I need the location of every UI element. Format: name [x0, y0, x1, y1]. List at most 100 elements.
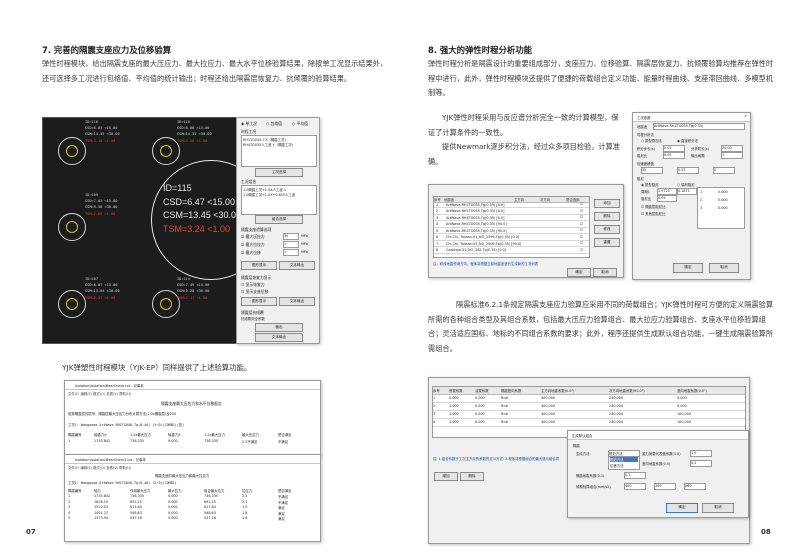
chk-max-displacement[interactable]: ☑ 最大位移: [241, 250, 261, 256]
wave-row[interactable]: 8 Coalinga-01_NO_342,Tg(0.35) [0.0] ☑: [434, 248, 589, 254]
wave-select-checkbox[interactable]: ☑: [580, 235, 583, 239]
combo-delete-button[interactable]: 删除: [460, 472, 484, 481]
report-col-header: 是否满足: [278, 433, 292, 437]
wave-row[interactable]: 7 Chi-Chi, Taiwan-02_NO_2006,Tg(0.35) [90…: [434, 241, 589, 247]
case-select-button[interactable]: 工况选择: [255, 168, 303, 177]
combo-cell: 0.000: [475, 396, 485, 400]
gravity-input[interactable]: 1.0: [690, 450, 712, 457]
val-max-tension[interactable]: 1: [283, 241, 299, 248]
wave-select-checkbox[interactable]: ☑: [580, 202, 583, 206]
period2-input[interactable]: 0.1871: [677, 188, 697, 195]
menu-bar[interactable]: 文件(F) 编辑(E) 格式(O) 查看(V) 帮助(H): [68, 465, 131, 470]
ratio-label: 阻尼比: [641, 197, 652, 201]
report-cell: 2: [68, 499, 71, 504]
wave-row-index: 1: [436, 202, 439, 207]
combo-select-button[interactable]: 组合选择: [255, 215, 303, 224]
radio-modal-damping[interactable]: ◉ 振型阻尼: [641, 182, 659, 187]
wave-row[interactable]: 6 Chi-Chi, Taiwan-01_NO_2596,Tg(0.35) [0.…: [434, 235, 589, 241]
modify-button[interactable]: 修改: [594, 225, 620, 234]
wave-name: ArtWave-RH1TG035,Tg(0.35) [0.0]: [446, 202, 505, 207]
wave-select-checkbox[interactable]: ☑: [580, 228, 583, 232]
report-cell: 1: [68, 494, 71, 498]
radio-single[interactable]: ◉ 单工况: [241, 121, 257, 127]
output-button[interactable]: 输出: [255, 323, 303, 332]
report-columns: 隔震编号 轴重力/t 1.2x最大压力 轴重力/t 1.2x最大压力 最大压应力 是否满足: [68, 432, 318, 438]
add-button[interactable]: 添加: [594, 199, 620, 208]
ok-button[interactable]: 确定: [567, 268, 591, 277]
chk-iso-damping[interactable]: ☑ 隔震层阻尼比: [641, 204, 665, 209]
combo-row[interactable]: 4 1.000 0.000 Rcal 400,000 240,000 100,000: [433, 418, 745, 427]
step-input[interactable]: 0.02: [663, 145, 685, 152]
bearing-marker: [66, 298, 78, 310]
damping-table[interactable]: 1 0.000 2 0.000 3 0.000: [697, 187, 745, 229]
text-output-button-3[interactable]: 文本输出: [255, 333, 303, 342]
method-options[interactable]: 规范方法 位移方法: [608, 456, 640, 470]
val-max-displacement[interactable]: 1: [283, 249, 299, 256]
wave-select-checkbox[interactable]: ☑: [580, 222, 583, 226]
chk-max-tension[interactable]: ☑ 最大拉应力: [241, 242, 265, 248]
delete-button[interactable]: 删除: [594, 212, 620, 221]
text-output-button-2[interactable]: 文本输出: [279, 297, 315, 306]
damping-input[interactable]: 0.05: [663, 152, 685, 159]
overturn-x[interactable]: 400: [624, 483, 646, 490]
combo-cell: 1.000: [449, 412, 459, 416]
peak-label: 加速度峰值: [637, 162, 654, 166]
wave-select-checkbox[interactable]: ☑: [580, 215, 583, 219]
ok-button[interactable]: 确定: [666, 503, 698, 513]
radio-modal[interactable]: ○ 振型叠加法: [641, 138, 662, 143]
peak-x[interactable]: 35: [641, 167, 663, 174]
draw-button-2[interactable]: 图形显示: [241, 297, 277, 306]
report-line3: 工况1: Wangwuam ArtWave RH1TG040,Tg(0.40) …: [68, 481, 177, 485]
ok-button[interactable]: 确定: [673, 263, 703, 273]
cancel-button[interactable]: 取消: [702, 503, 734, 513]
text-output-button[interactable]: 文本输出: [279, 261, 315, 270]
radio-direct[interactable]: ◉ 直接积分法: [677, 138, 698, 143]
radio-rayleigh[interactable]: ○ 瑞利阻尼: [677, 182, 695, 187]
wave-row[interactable]: 4 ArtWave-RH4TG035,Tg(0.35) [90.0] ☑: [434, 222, 589, 228]
option-code[interactable]: 规范方法: [610, 457, 638, 462]
radio-average[interactable]: ○ 平均值: [292, 121, 308, 127]
wave-select-checkbox[interactable]: ☑: [580, 241, 583, 245]
chk-show-disp[interactable]: ☐ 显示支座位移: [241, 289, 268, 295]
wave-table[interactable]: 序号 地震波 主方向 次方向 是否选用 1 ArtWave-RH1TG035,Tg(0.3…: [433, 196, 590, 258]
option-disp[interactable]: 位移方法: [610, 463, 624, 468]
duration-input[interactable]: 20.00: [721, 145, 743, 152]
cancel-button[interactable]: 取消: [593, 268, 617, 277]
close-icon[interactable]: ✕: [744, 114, 747, 118]
wave-row[interactable]: 1 ArtWave-RH1TG035,Tg(0.35) [0.0] ☑: [434, 202, 589, 208]
overturn-z[interactable]: 260: [684, 483, 706, 490]
section7-title: 7. 完善的隔震支座应力及位移验算: [42, 45, 172, 55]
radio-envelope[interactable]: ○ 包络值: [266, 121, 282, 127]
history-case-list[interactable]: RH1TG035-7-Y（隔震工况) RH4TG035人工波-Y（隔震工况): [241, 135, 317, 167]
menu-bar[interactable]: 文件(F) 编辑(E) 格式(O) 查看(V) 帮助(H): [68, 391, 131, 396]
report-col-header: 隔震编号: [68, 489, 82, 493]
peak-z[interactable]: 0: [713, 167, 735, 174]
vertical-input[interactable]: 0.2: [690, 460, 712, 467]
val-max-compression[interactable]: 30: [283, 233, 299, 240]
chk-other-damping[interactable]: ☑ 其他层阻尼比: [641, 211, 665, 216]
period1-input[interactable]: 1.9721: [657, 188, 677, 195]
wave-row[interactable]: 3 ArtWave-RH4TG035,Tg(0.35) [0.0] ☑: [434, 215, 589, 221]
report-cell: 1.6: [242, 516, 248, 520]
iso-coef-input[interactable]: 0.2: [624, 472, 646, 479]
cancel-button[interactable]: 取消: [709, 263, 739, 273]
bearing-check-panel: ◉ 单工况 ○ 包络值 ○ 平均值 时程工况 RH1TG035-7-Y（隔震工况…: [236, 117, 320, 344]
wave-dropdown[interactable]: ArtWave-RH1TG035,Tg(0.35): [653, 123, 745, 130]
interval-input[interactable]: 1: [721, 152, 743, 159]
draw-button[interactable]: 图形显示: [241, 261, 277, 270]
ratio-input[interactable]: 0.05: [657, 195, 677, 202]
reset-button[interactable]: 重置: [594, 238, 620, 247]
cad-plan-view[interactable]: ID=116 CSD=6.03 <15.00 CSM=14.35 <30.00 TSM…: [42, 117, 237, 344]
wave-select-checkbox[interactable]: ☑: [580, 248, 583, 252]
wave-row[interactable]: 2 ArtWave-RH1TG035,Tg(0.35) [0.0] ☑: [434, 209, 589, 215]
chk-show-force[interactable]: ☐ 显示恢复力: [241, 282, 265, 288]
wave-select-checkbox[interactable]: ☑: [580, 209, 583, 213]
wave-row[interactable]: 5 ArtWave-RH1TG035,Tg(0.35) [90.0] ☑: [434, 228, 589, 234]
combo-list[interactable]: 1.0隔震工况+1.0X人工波-1 1.0隔震工况+1.0X+0.85Y人工波: [241, 185, 317, 215]
combo-cell: Rcal: [501, 396, 509, 400]
combo-add-button[interactable]: 增加: [434, 472, 458, 481]
peak-y[interactable]: 0.25: [677, 167, 699, 174]
overturn-y[interactable]: 340: [654, 483, 676, 490]
chk-max-compression[interactable]: ☑ 最大压应力: [241, 234, 265, 240]
combo-cell: 2: [433, 404, 436, 408]
